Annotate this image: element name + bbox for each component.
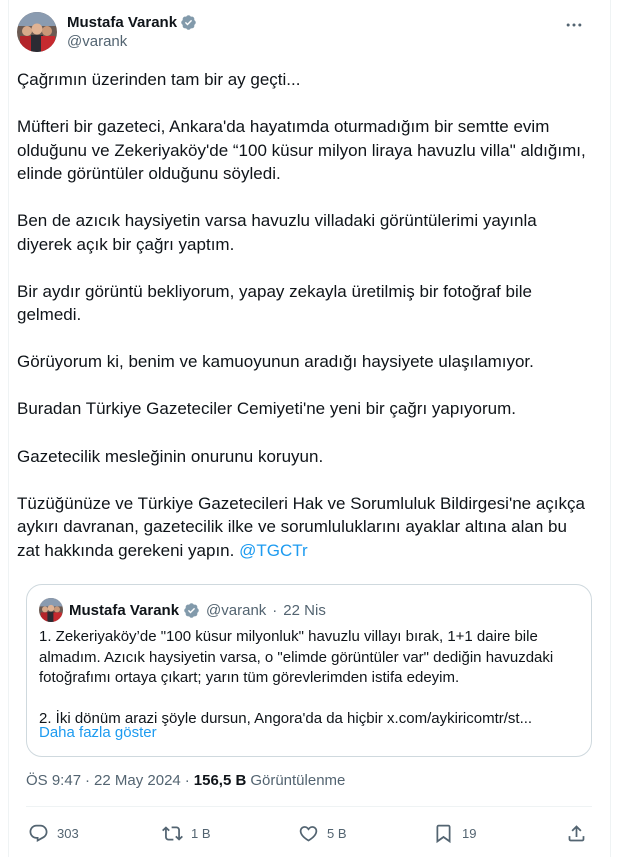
quoted-author-handle: @varank	[206, 601, 267, 619]
author-name[interactable]: Mustafa Varank	[67, 14, 177, 31]
tweet-date[interactable]: 22 May 2024	[94, 772, 181, 789]
quoted-avatar	[39, 598, 63, 622]
bookmark-icon	[436, 824, 451, 843]
tweet-time[interactable]: ÖS 9:47	[26, 772, 81, 789]
quoted-paragraph: 1. Zekeriyaköy’de "100 küsur milyonluk" …	[39, 628, 554, 687]
quoted-tweet-header: Mustafa Varank @varank · 22 Nis	[39, 598, 326, 622]
tweet-paragraph: Ben de azıcık haysiyetin varsa havuzlu v…	[17, 211, 537, 254]
like-button[interactable]: 5 B	[298, 820, 347, 846]
more-options-button[interactable]	[561, 12, 587, 38]
tweet-paragraph: Buradan Türkiye Gazeteciler Cemiyeti'ne …	[17, 399, 516, 419]
show-more-link[interactable]: Daha fazla göster	[39, 724, 157, 741]
meta-dot-separator: ·	[85, 772, 91, 789]
author-handle[interactable]: @varank	[67, 33, 197, 50]
bookmark-button[interactable]: 19	[433, 820, 476, 846]
divider	[26, 806, 592, 807]
like-count: 5 B	[327, 825, 347, 841]
tweet-meta: ÖS 9:47 · 22 May 2024 · 156,5 B Görüntül…	[26, 772, 345, 789]
quoted-tweet[interactable]: Mustafa Varank @varank · 22 Nis 1. Zeker…	[26, 584, 592, 757]
tweet-body: Çağrımın üzerinden tam bir ay geçti... M…	[17, 68, 587, 562]
repost-icon	[162, 825, 183, 841]
avatar[interactable]	[17, 12, 57, 52]
tweet-last-paragraph: Tüzüğünüze ve Türkiye Gazetecileri Hak v…	[17, 492, 587, 563]
quoted-date: 22 Nis	[283, 601, 326, 619]
verified-badge-icon	[181, 15, 196, 30]
action-bar: 303 1 B 5 B 19	[28, 820, 590, 846]
tweet-paragraph: Çağrımın üzerinden tam bir ay geçti...	[17, 70, 301, 89]
views-count: 156,5 B	[193, 772, 247, 789]
reply-count: 303	[57, 825, 79, 841]
quoted-tweet-body: 1. Zekeriyaköy’de "100 küsur milyonluk" …	[39, 627, 579, 730]
repost-button[interactable]: 1 B	[162, 820, 211, 846]
tweet-paragraph: Müfteri bir gazeteci, Ankara'da hayatımd…	[17, 117, 586, 184]
author-block: Mustafa Varank @varank	[67, 14, 197, 50]
share-button[interactable]	[566, 820, 587, 846]
heart-icon	[299, 825, 318, 842]
author-name-row: Mustafa Varank	[67, 14, 197, 31]
reply-icon	[29, 824, 48, 842]
quoted-dot-separator: ·	[272, 601, 278, 619]
more-dots-icon	[566, 23, 582, 27]
tweet-paragraph: Bir aydır görüntü bekliyorum, yapay zeka…	[17, 281, 532, 325]
repost-count: 1 B	[191, 825, 211, 841]
share-icon	[568, 824, 585, 841]
reply-button[interactable]: 303	[28, 820, 79, 846]
meta-dot-separator: ·	[184, 772, 190, 789]
verified-badge-icon	[184, 602, 199, 618]
tweet-paragraph: Gazetecilik mesleğinin onurunu koruyun.	[17, 446, 324, 466]
tweet-paragraph: Görüyorum ki, benim ve kamuoyunun aradığ…	[17, 352, 534, 372]
views-label: Görüntülenme	[250, 772, 346, 789]
tweet-header: Mustafa Varank @varank	[17, 12, 587, 56]
mention-link[interactable]: @TGCTr	[239, 541, 308, 560]
bookmark-count: 19	[462, 825, 477, 841]
quoted-author-name: Mustafa Varank	[69, 601, 180, 619]
